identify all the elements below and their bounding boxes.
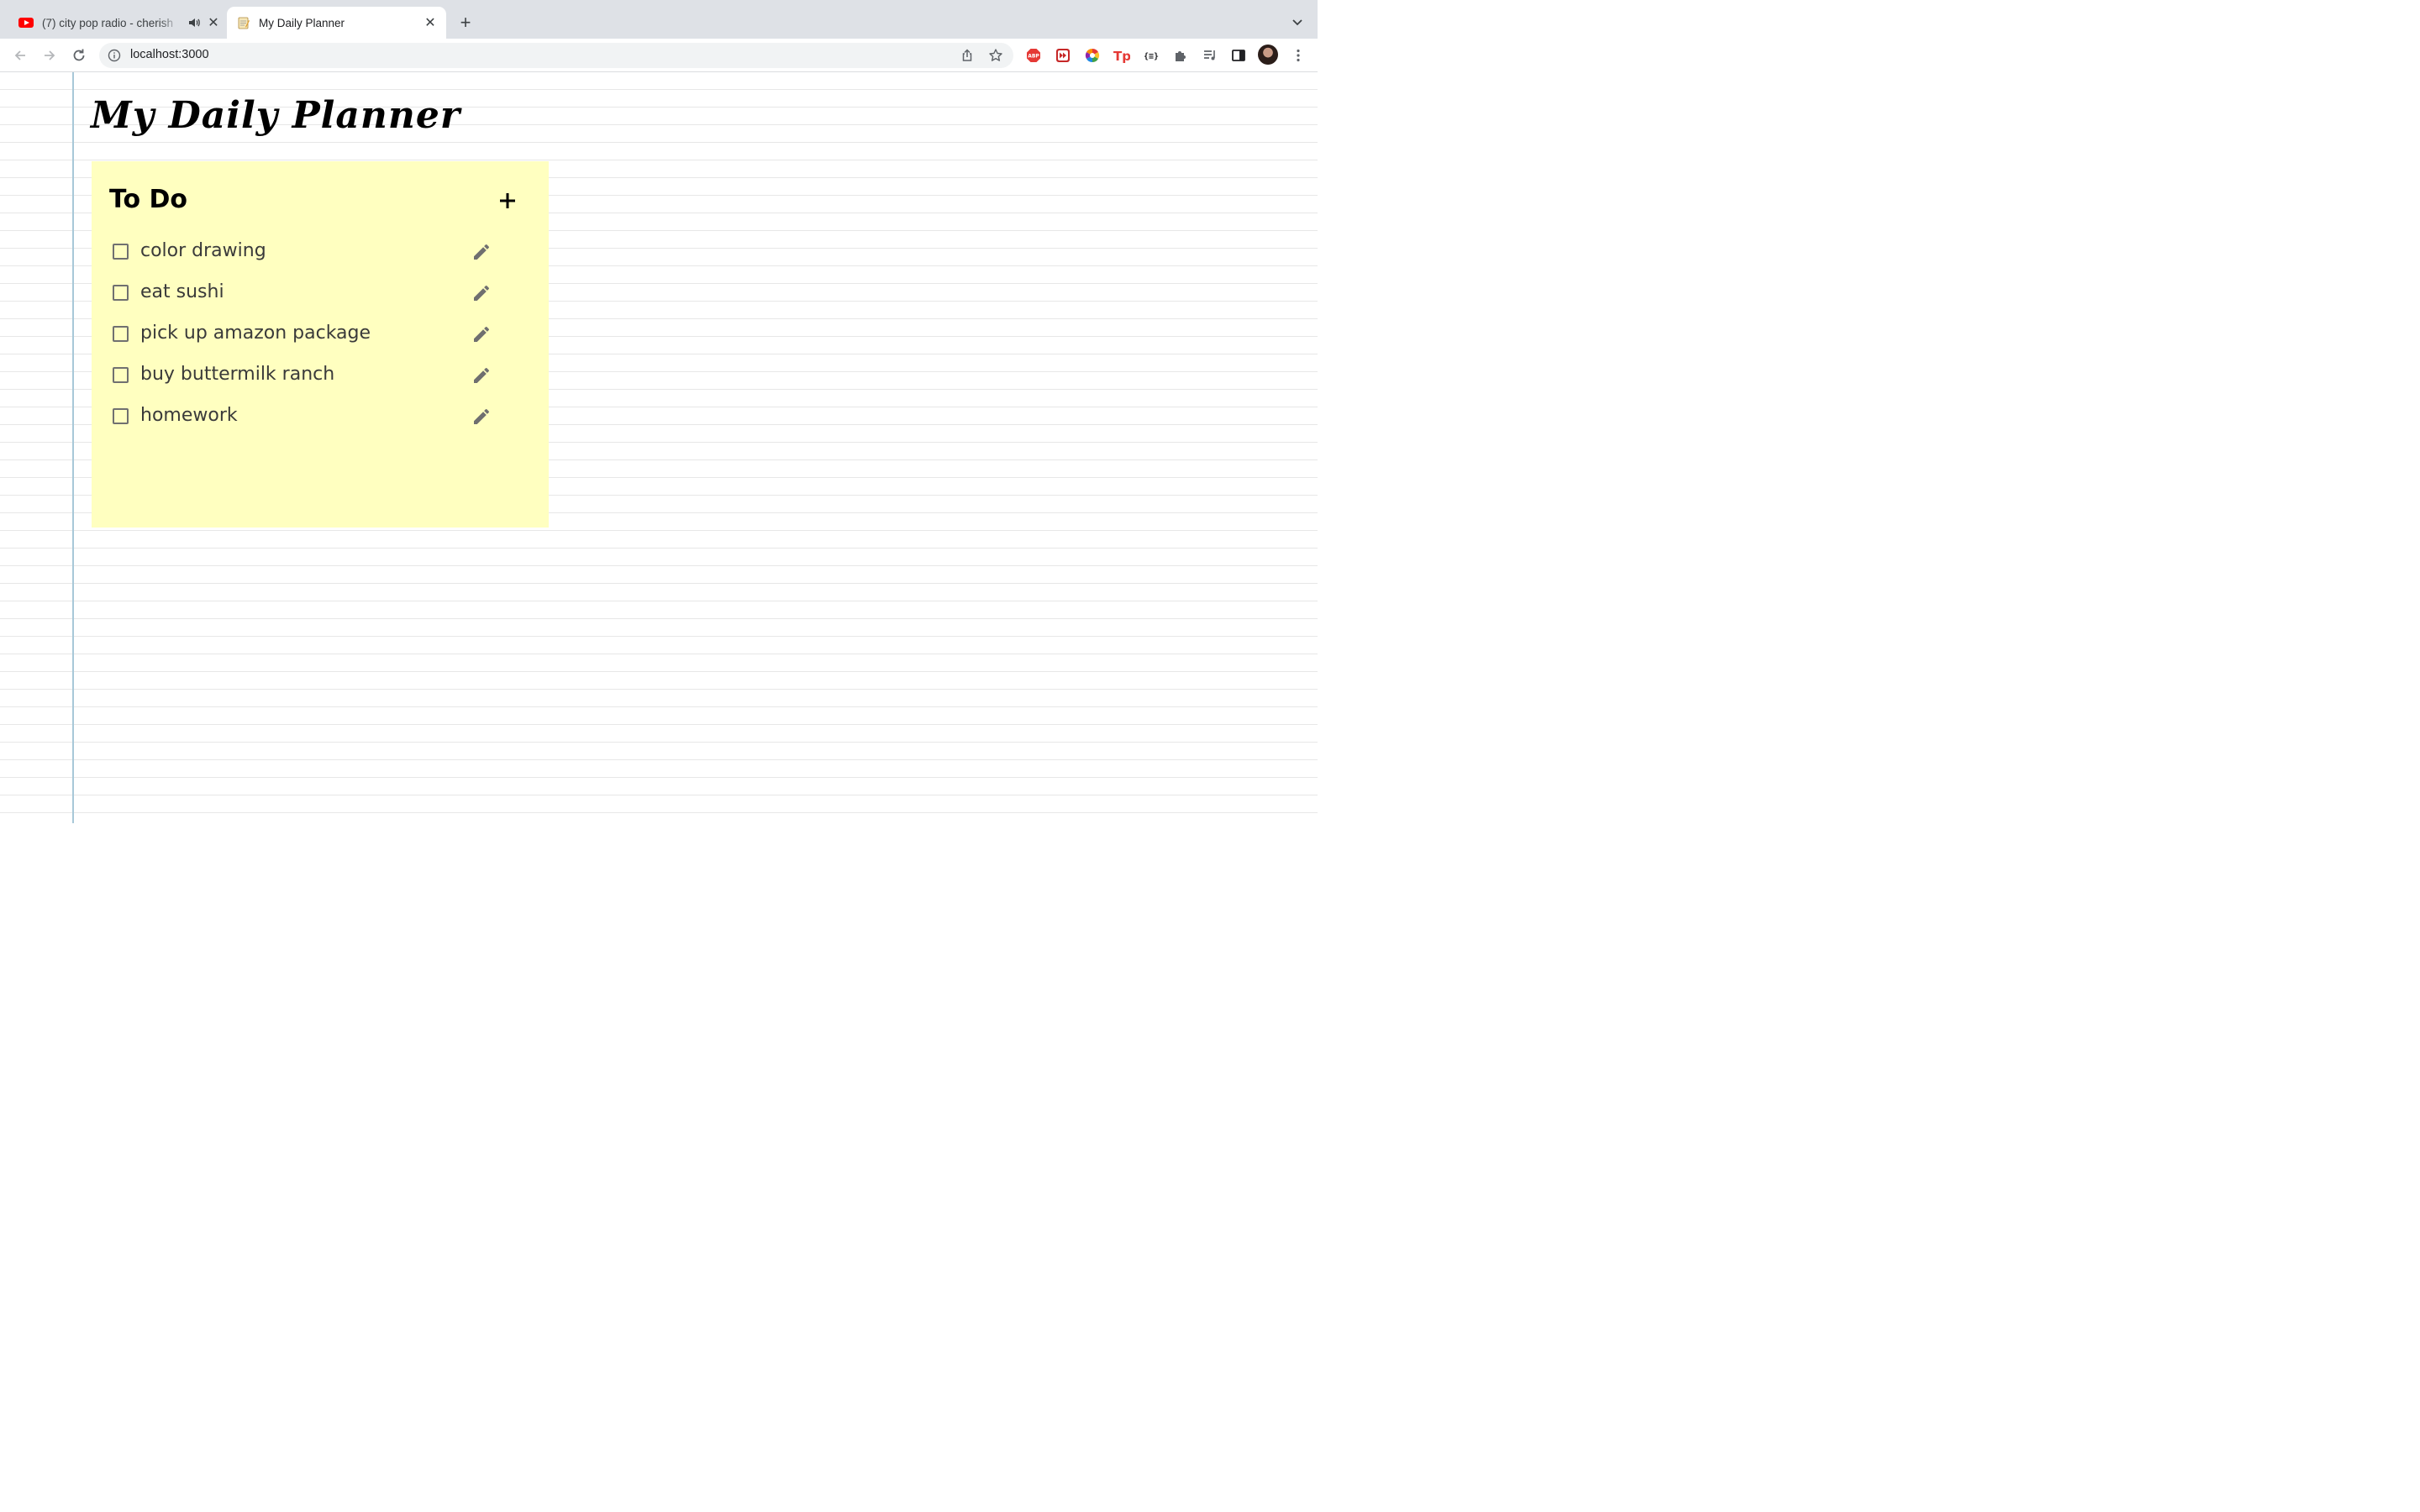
media-forward-icon[interactable] [1055, 47, 1071, 64]
todo-text: eat sushi [140, 281, 224, 302]
share-icon[interactable] [960, 48, 975, 63]
todo-checkbox[interactable] [113, 285, 129, 301]
back-button[interactable] [10, 45, 30, 66]
todo-checkbox[interactable] [113, 408, 129, 424]
reload-icon [73, 49, 85, 61]
svg-text:ABP: ABP [1028, 54, 1039, 60]
pencil-icon[interactable] [471, 365, 492, 386]
svg-text:{≡}: {≡} [1144, 52, 1159, 61]
tab-city-pop-radio[interactable]: (7) city pop radio - cherish ✕ [7, 7, 227, 39]
todo-item: eat sushi [112, 281, 498, 323]
pencil-icon[interactable] [471, 242, 492, 262]
json-viewer-icon[interactable]: {≡} [1143, 47, 1160, 64]
media-control-icon[interactable] [1202, 47, 1218, 64]
forward-button[interactable] [39, 45, 60, 66]
todo-item: color drawing [112, 240, 498, 281]
todo-text: color drawing [140, 240, 266, 261]
arrow-right-icon [45, 50, 55, 60]
todo-text: pick up amazon package [140, 323, 371, 344]
tab-title: (7) city pop radio - cherish [42, 16, 174, 29]
todo-item: pick up amazon package [112, 323, 498, 364]
speaker-icon[interactable] [187, 16, 201, 29]
kebab-menu-icon[interactable] [1290, 47, 1307, 64]
notepad-icon [238, 17, 250, 29]
info-icon[interactable] [108, 49, 121, 62]
tab-strip: (7) city pop radio - cherish ✕ My Daily … [0, 0, 1318, 39]
svg-text:Tp: Tp [1113, 49, 1130, 63]
close-tab-icon[interactable]: ✕ [206, 15, 221, 30]
todo-checkbox[interactable] [113, 244, 129, 260]
url-text[interactable]: localhost:3000 [130, 48, 209, 61]
todo-checkbox[interactable] [113, 326, 129, 342]
color-wheel-icon[interactable] [1084, 47, 1101, 64]
page-title: My Daily Planner [91, 94, 461, 137]
youtube-icon [18, 18, 34, 28]
pencil-icon[interactable] [471, 283, 492, 303]
reload-button[interactable] [69, 45, 89, 66]
add-todo-plus-icon[interactable] [498, 192, 517, 210]
todo-text: buy buttermilk ranch [140, 364, 335, 385]
planner-page: My Daily Planner To Do color drawing eat… [0, 72, 1318, 823]
star-icon[interactable] [988, 48, 1003, 63]
address-bar[interactable]: localhost:3000 [99, 43, 1013, 68]
new-tab-button[interactable]: + [456, 13, 475, 32]
arrow-left-icon [14, 50, 25, 60]
puzzle-icon[interactable] [1172, 47, 1189, 64]
todo-list: color drawing eat sushi pick up amazon p… [112, 240, 498, 446]
side-panel-icon[interactable] [1230, 47, 1247, 64]
pencil-icon[interactable] [471, 324, 492, 344]
adblock-icon[interactable]: ABP [1025, 47, 1042, 64]
tab-title: My Daily Planner [259, 16, 345, 29]
todo-item: buy buttermilk ranch [112, 364, 498, 405]
browser-toolbar: localhost:3000 ABP Tp {≡} [0, 39, 1318, 72]
todo-heading: To Do [109, 185, 188, 214]
todo-sticky-note: To Do color drawing eat sushi pick up am… [92, 161, 549, 528]
chevron-down-icon[interactable] [1290, 14, 1305, 29]
pencil-icon[interactable] [471, 407, 492, 427]
todo-checkbox[interactable] [113, 367, 129, 383]
todo-text: homework [140, 405, 238, 426]
tab-my-daily-planner[interactable]: My Daily Planner ✕ [227, 7, 446, 39]
todo-item: homework [112, 405, 498, 446]
close-tab-icon[interactable]: ✕ [423, 15, 438, 30]
notebook-margin-line [72, 72, 74, 823]
tp-icon[interactable]: Tp [1113, 47, 1130, 64]
profile-avatar[interactable] [1258, 45, 1278, 65]
